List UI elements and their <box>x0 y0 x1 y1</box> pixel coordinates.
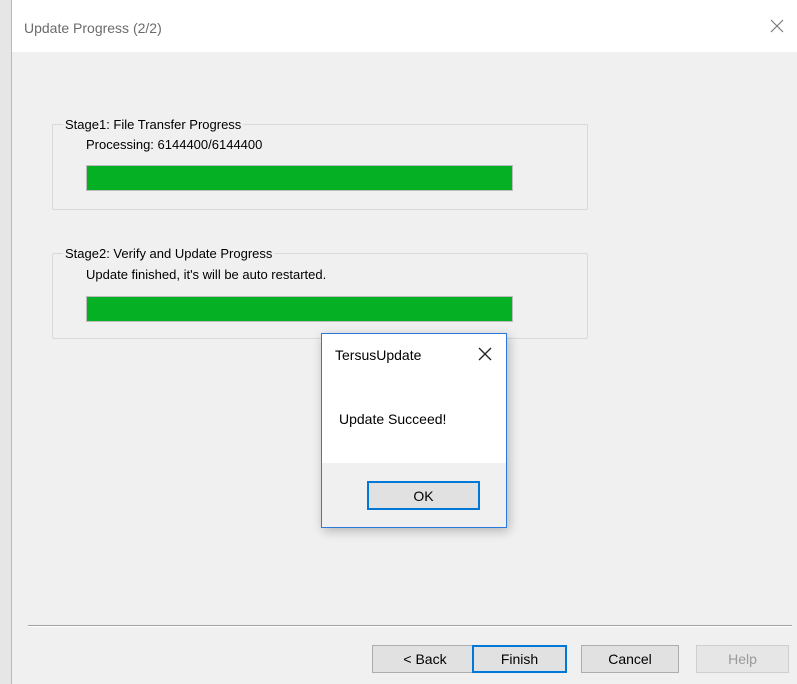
stage1-group: Stage1: File Transfer Progress Processin… <box>52 117 588 210</box>
title-bar: Update Progress (2/2) <box>12 0 797 52</box>
dialog-title: TersusUpdate <box>335 347 422 363</box>
left-window-edge <box>0 0 12 684</box>
stage2-progress-fill <box>87 297 512 321</box>
back-button[interactable]: < Back <box>372 645 478 673</box>
stage1-progress-bar <box>86 165 513 191</box>
stage1-status: Processing: 6144400/6144400 <box>86 137 263 152</box>
dialog-footer: OK <box>322 463 506 527</box>
help-button[interactable]: Help <box>696 645 789 673</box>
stage2-progress-bar <box>86 296 513 322</box>
dialog-message: Update Succeed! <box>339 411 447 427</box>
stage1-title: Stage1: File Transfer Progress <box>63 117 244 132</box>
close-icon[interactable] <box>474 343 496 365</box>
stage2-title: Stage2: Verify and Update Progress <box>63 246 275 261</box>
finish-button[interactable]: Finish <box>472 645 567 673</box>
ok-button[interactable]: OK <box>367 481 480 510</box>
stage1-progress-fill <box>87 166 512 190</box>
window-title: Update Progress (2/2) <box>24 20 162 36</box>
cancel-button[interactable]: Cancel <box>581 645 679 673</box>
footer-divider <box>28 625 792 627</box>
stage2-status: Update finished, it's will be auto resta… <box>86 267 327 282</box>
stage2-group: Stage2: Verify and Update Progress Updat… <box>52 246 588 339</box>
close-icon[interactable] <box>765 14 789 38</box>
update-success-dialog: TersusUpdate Update Succeed! OK <box>321 333 507 528</box>
